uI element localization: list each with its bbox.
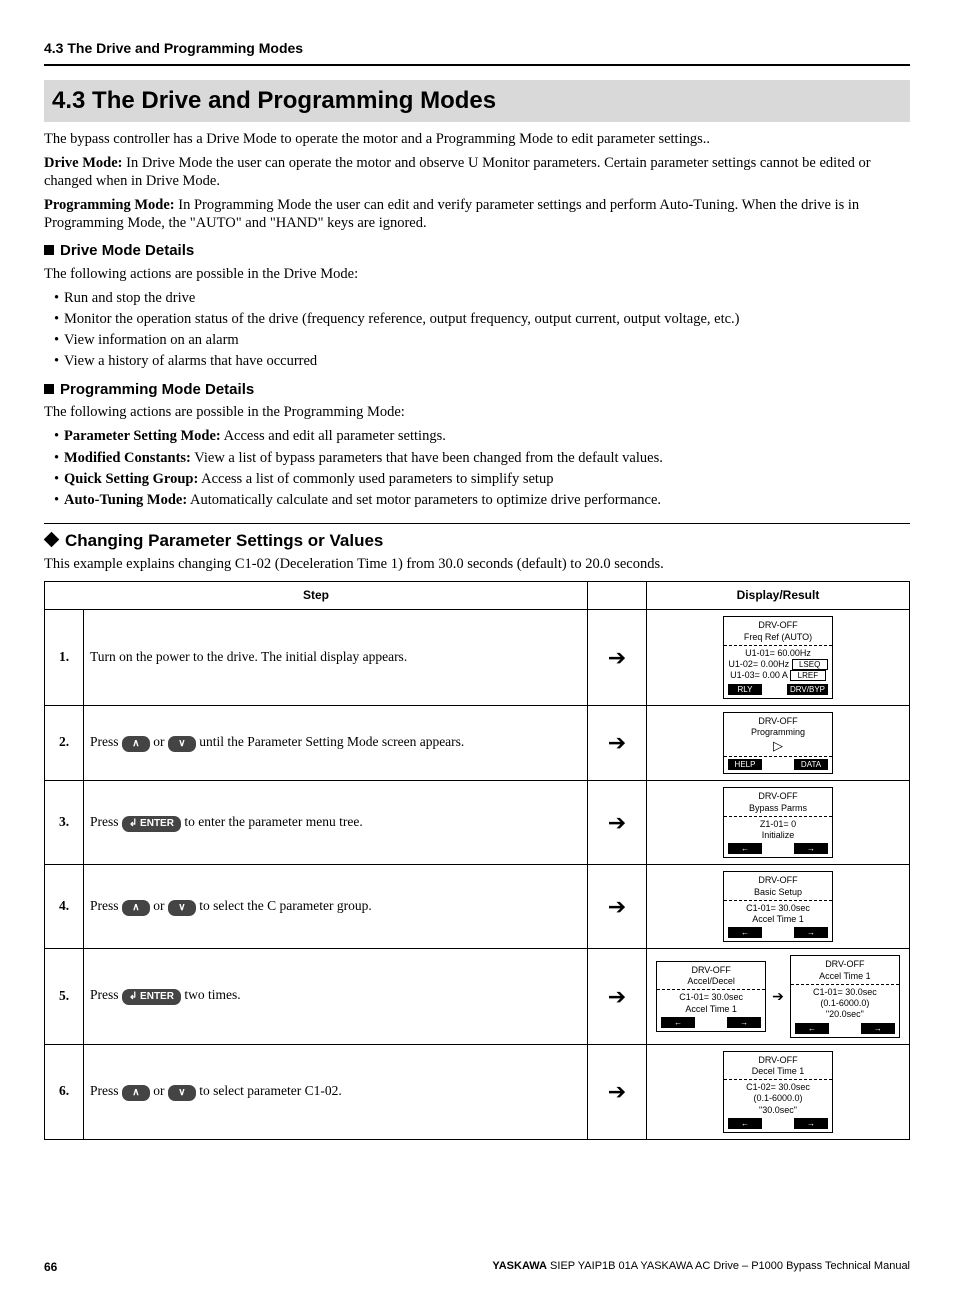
pm-lead: The following actions are possible in th… — [44, 403, 910, 421]
arrow-right-icon: ➔ — [588, 610, 647, 705]
col-arrow — [588, 582, 647, 610]
step-text: Turn on the power to the drive. The init… — [84, 610, 588, 705]
display-result: DRV-OFF Decel Time 1C1-02= 30.0sec(0.1-6… — [647, 1044, 910, 1139]
step-number: 3. — [45, 781, 84, 865]
drive-mode-text: In Drive Mode the user can operate the m… — [44, 155, 871, 189]
intro-text: The bypass controller has a Drive Mode t… — [44, 130, 910, 148]
square-bullet-icon — [44, 384, 54, 394]
square-bullet-icon — [44, 245, 54, 255]
list-item: Modified Constants: View a list of bypas… — [54, 449, 910, 467]
lcd-display: DRV-OFF Accel Time 1C1-01= 30.0sec(0.1-6… — [790, 955, 900, 1037]
arrow-right-icon: ➔ — [588, 949, 647, 1044]
display-result: DRV-OFF Programming▷ HELPDATA — [647, 705, 910, 781]
list-item: Auto-Tuning Mode: Automatically calculat… — [54, 491, 910, 509]
col-display: Display/Result — [647, 582, 910, 610]
dm-lead: The following actions are possible in th… — [44, 265, 910, 283]
step-text: Press ∧ or ∨ until the Parameter Setting… — [84, 705, 588, 781]
display-result: DRV-OFF Basic SetupC1-01= 30.0secAccel T… — [647, 865, 910, 949]
display-result: DRV-OFF Freq Ref (AUTO)U1-01= 60.00HzU1-… — [647, 610, 910, 705]
col-step: Step — [45, 582, 588, 610]
header-rule — [44, 64, 910, 66]
changing-params-lead: This example explains changing C1-02 (De… — [44, 555, 910, 573]
list-item: Monitor the operation status of the driv… — [54, 310, 910, 328]
display-result: DRV-OFF Accel/DecelC1-01= 30.0secAccel T… — [647, 949, 910, 1044]
enter-key-icon: ↲ ENTER — [122, 816, 181, 832]
changing-params-head: Changing Parameter Settings or Values — [44, 523, 910, 551]
list-item: View a history of alarms that have occur… — [54, 352, 910, 370]
drive-mode-para: Drive Mode: In Drive Mode the user can o… — [44, 154, 910, 190]
diamond-bullet-icon — [44, 532, 60, 548]
lcd-display: DRV-OFF Basic SetupC1-01= 30.0secAccel T… — [723, 871, 833, 942]
dm-list: Run and stop the drive Monitor the opera… — [44, 289, 910, 371]
down-key-icon: ∨ — [168, 900, 196, 916]
lcd-display: DRV-OFF Programming▷ HELPDATA — [723, 712, 833, 775]
pm-list: Parameter Setting Mode: Access and edit … — [44, 427, 910, 509]
page-footer: 66 YASKAWA SIEP YAIP1B 01A YASKAWA AC Dr… — [44, 1260, 910, 1275]
step-text: Press ∧ or ∨ to select the C parameter g… — [84, 865, 588, 949]
enter-key-icon: ↲ ENTER — [122, 989, 181, 1005]
arrow-right-icon: ➔ — [588, 705, 647, 781]
drive-mode-label: Drive Mode: — [44, 155, 123, 171]
running-header: 4.3 The Drive and Programming Modes — [44, 40, 910, 58]
step-number: 1. — [45, 610, 84, 705]
list-item: View information on an alarm — [54, 331, 910, 349]
list-item: Parameter Setting Mode: Access and edit … — [54, 427, 910, 445]
arrow-right-icon: ➔ — [588, 781, 647, 865]
page-title: 4.3 The Drive and Programming Modes — [44, 80, 910, 122]
step-number: 2. — [45, 705, 84, 781]
arrow-right-icon: ➔ — [588, 865, 647, 949]
step-text: Press ↲ ENTER two times. — [84, 949, 588, 1044]
prog-mode-para: Programming Mode: In Programming Mode th… — [44, 196, 910, 232]
lcd-display: DRV-OFF Accel/DecelC1-01= 30.0secAccel T… — [656, 961, 766, 1032]
up-key-icon: ∧ — [122, 900, 150, 916]
list-item: Run and stop the drive — [54, 289, 910, 307]
lcd-display: DRV-OFF Bypass ParmsZ1-01= 0Initialize ←… — [723, 787, 833, 858]
arrow-right-icon: ➔ — [588, 1044, 647, 1139]
step-text: Press ↲ ENTER to enter the parameter men… — [84, 781, 588, 865]
up-key-icon: ∧ — [122, 1085, 150, 1101]
display-result: DRV-OFF Bypass ParmsZ1-01= 0Initialize ←… — [647, 781, 910, 865]
page-number: 66 — [44, 1260, 57, 1275]
step-text: Press ∧ or ∨ to select parameter C1-02. — [84, 1044, 588, 1139]
list-item: Quick Setting Group: Access a list of co… — [54, 470, 910, 488]
lcd-display: DRV-OFF Freq Ref (AUTO)U1-01= 60.00HzU1-… — [723, 616, 833, 698]
drive-mode-details-head: Drive Mode Details — [44, 242, 910, 261]
steps-table: Step Display/Result 1. Turn on the power… — [44, 581, 910, 1140]
down-key-icon: ∨ — [168, 736, 196, 752]
up-key-icon: ∧ — [122, 736, 150, 752]
prog-mode-details-head: Programming Mode Details — [44, 381, 910, 400]
lcd-display: DRV-OFF Decel Time 1C1-02= 30.0sec(0.1-6… — [723, 1051, 833, 1133]
arrow-right-icon: ➔ — [772, 988, 784, 1006]
down-key-icon: ∨ — [168, 1085, 196, 1101]
step-number: 4. — [45, 865, 84, 949]
prog-mode-label: Programming Mode: — [44, 197, 175, 213]
step-number: 6. — [45, 1044, 84, 1139]
step-number: 5. — [45, 949, 84, 1044]
footer-doc: YASKAWA SIEP YAIP1B 01A YASKAWA AC Drive… — [492, 1260, 910, 1275]
